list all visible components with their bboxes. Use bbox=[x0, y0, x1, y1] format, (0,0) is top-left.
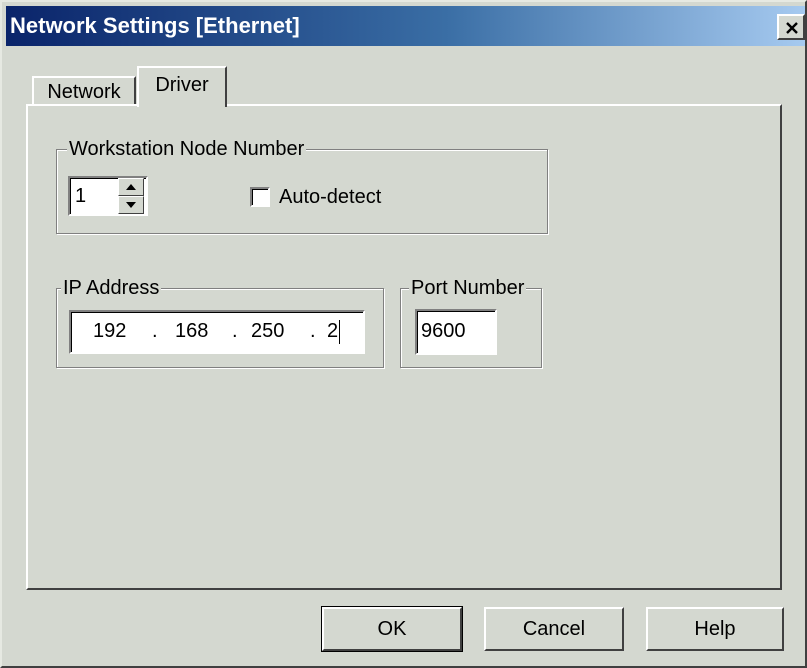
ip-octet-3: 250 bbox=[251, 320, 285, 342]
tab-driver[interactable]: Driver bbox=[137, 66, 227, 107]
node-number-value: 1 bbox=[75, 185, 87, 207]
ip-dot: . bbox=[310, 320, 316, 342]
autodetect-checkbox[interactable] bbox=[250, 187, 270, 207]
cancel-button[interactable]: Cancel bbox=[484, 607, 624, 651]
title-bar[interactable]: Network Settings [Ethernet] bbox=[6, 6, 805, 46]
node-number-legend: Workstation Node Number bbox=[67, 137, 307, 161]
ip-octet-2: 168 bbox=[175, 320, 209, 342]
ip-octet-4: 2 bbox=[327, 320, 339, 342]
close-icon bbox=[786, 22, 798, 34]
close-button[interactable] bbox=[777, 14, 805, 40]
help-button[interactable]: Help bbox=[646, 607, 784, 651]
tab-network[interactable]: Network bbox=[32, 76, 136, 106]
port-number-legend: Port Number bbox=[409, 276, 527, 300]
ip-dot: . bbox=[232, 320, 238, 342]
ip-address-input[interactable]: 192 . 168 . 250 . 2 bbox=[69, 310, 365, 354]
driver-tab-panel: Workstation Node Number 1 Auto-detect IP… bbox=[26, 104, 782, 590]
port-number-value: 9600 bbox=[421, 320, 466, 342]
node-number-spinner[interactable]: 1 bbox=[68, 176, 148, 216]
port-number-input[interactable]: 9600 bbox=[415, 309, 497, 355]
text-cursor bbox=[339, 320, 340, 344]
ip-octet-1: 192 bbox=[93, 320, 127, 342]
ip-address-group: IP Address 192 . 168 . 250 . 2 bbox=[56, 276, 384, 368]
window-title: Network Settings [Ethernet] bbox=[10, 13, 300, 38]
autodetect-label[interactable]: Auto-detect bbox=[279, 182, 381, 212]
spin-up-icon bbox=[126, 184, 136, 190]
ip-address-legend: IP Address bbox=[61, 276, 162, 300]
dialog-window: Network Settings [Ethernet] Network Driv… bbox=[0, 0, 807, 668]
spin-down-button[interactable] bbox=[118, 196, 144, 214]
port-number-group: Port Number 9600 bbox=[400, 276, 542, 368]
spin-down-icon bbox=[126, 202, 136, 208]
tab-driver-label: Driver bbox=[155, 74, 209, 96]
ip-dot: . bbox=[152, 320, 158, 342]
node-number-group: Workstation Node Number 1 Auto-detect bbox=[56, 137, 548, 234]
spin-up-button[interactable] bbox=[118, 178, 144, 196]
ok-button[interactable]: OK bbox=[321, 606, 463, 652]
tab-network-label: Network bbox=[47, 81, 121, 103]
